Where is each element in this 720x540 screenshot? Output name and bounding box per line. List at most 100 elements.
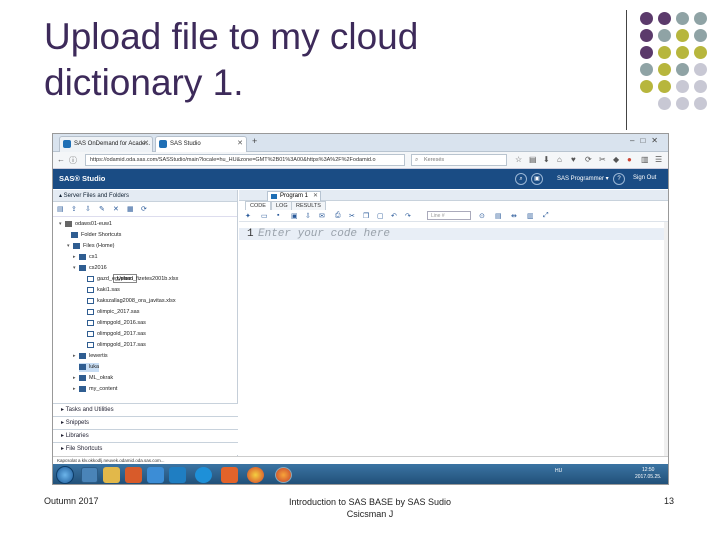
tree-node-luka[interactable]: luka: [79, 363, 100, 372]
tree-node-cs2016[interactable]: ▾ cs2016: [73, 264, 107, 273]
refresh-icon[interactable]: ⟳: [141, 205, 147, 213]
download-icon[interactable]: ⇩: [85, 205, 91, 213]
section-snippets[interactable]: ▸ Snippets: [53, 416, 238, 429]
tree-file[interactable]: olimpgold_2016.sas: [87, 319, 146, 328]
close-window-icon[interactable]: ✕: [651, 136, 664, 145]
new-tab-icon[interactable]: +: [252, 136, 257, 146]
reading-list-icon[interactable]: ▤: [529, 155, 537, 164]
save-as-icon[interactable]: ▣: [291, 212, 298, 220]
line-number-field[interactable]: Line #: [427, 211, 471, 220]
footer-course: Introduction to SAS BASE by SAS Sudio Cs…: [270, 496, 470, 520]
word-icon[interactable]: [147, 467, 164, 483]
expand-icon[interactable]: ⤢: [543, 212, 549, 220]
redo-icon[interactable]: ↷: [405, 212, 411, 220]
split-view-icon[interactable]: ⇹: [511, 212, 517, 220]
print-icon[interactable]: ⎙: [335, 212, 341, 220]
code-editor[interactable]: 1 Enter your code here: [239, 222, 668, 456]
close-tab-icon[interactable]: ✕: [313, 192, 318, 201]
extension-icon[interactable]: ◆: [613, 155, 619, 164]
browser-tab-sas-studio[interactable]: SAS Studio ✕: [155, 136, 247, 152]
media-player-icon[interactable]: [125, 467, 142, 483]
tab-code[interactable]: CODE: [245, 201, 271, 210]
close-tab-icon[interactable]: ✕: [143, 137, 149, 151]
internet-explorer-icon[interactable]: [195, 467, 212, 483]
sync-icon[interactable]: ⟳: [585, 155, 592, 164]
footer-course-line1: Introduction to SAS BASE by SAS Sudio: [288, 497, 452, 507]
search-icon[interactable]: ⌕: [515, 173, 527, 185]
chrome-icon[interactable]: [247, 467, 264, 483]
edit-icon[interactable]: ✎: [99, 205, 105, 213]
taskbar-clock[interactable]: 12:50 2017.05.25.: [635, 467, 661, 481]
browser-search-field[interactable]: ⌕ Keresés: [411, 154, 507, 166]
minimize-icon[interactable]: –: [630, 136, 640, 145]
app-taskbar-icon[interactable]: [81, 467, 98, 483]
tree-file[interactable]: gazd_egyetem_fizetes2001b.xlsx: [87, 275, 178, 284]
language-indicator[interactable]: HU: [555, 468, 562, 474]
star-icon[interactable]: ☆: [515, 155, 522, 164]
tree-file[interactable]: olimpic_2017.sas: [87, 308, 140, 317]
tree-node-my-content[interactable]: ▸ my_content: [73, 385, 117, 394]
folder-upload-icon[interactable]: ▣: [531, 173, 543, 185]
server-files-header[interactable]: ▴ Server Files and Folders: [53, 190, 237, 202]
tree-node-ml-okrak[interactable]: ▸ ML_okrak: [73, 374, 113, 383]
screenshot-icon[interactable]: ✂: [599, 155, 606, 164]
editor-scrollbar[interactable]: [664, 222, 668, 456]
firefox-icon[interactable]: ●: [627, 155, 632, 164]
menu-icon[interactable]: ☰: [655, 155, 662, 164]
new-icon[interactable]: ▤: [57, 205, 64, 213]
download-icon[interactable]: ⇩: [305, 212, 311, 220]
tab-program-1[interactable]: Program 1 ✕: [267, 191, 322, 201]
start-button[interactable]: [56, 466, 74, 484]
browser-tab-ondemand[interactable]: SAS OnDemand for Acade... ✕: [59, 136, 153, 152]
columns-icon[interactable]: ▥: [527, 212, 534, 220]
home-icon[interactable]: ⌂: [557, 155, 562, 164]
help-icon[interactable]: ?: [613, 173, 625, 185]
section-tasks-utilities[interactable]: ▸ Tasks and Utilities: [53, 403, 238, 416]
back-arrow-icon[interactable]: ←: [57, 155, 65, 164]
tab-results[interactable]: RESULTS: [291, 201, 326, 210]
firefox-icon[interactable]: [275, 467, 292, 483]
tree-node-files-home[interactable]: ▾ Files (Home): [67, 242, 114, 251]
paste-icon[interactable]: ▢: [377, 212, 384, 220]
copy-icon[interactable]: ❐: [363, 212, 369, 220]
deco-dot: [640, 80, 653, 93]
tree-node-cs1[interactable]: ▸ cs1: [73, 253, 98, 262]
sas-favicon-icon: [159, 140, 167, 148]
email-icon[interactable]: ✉: [319, 212, 325, 220]
format-code-icon[interactable]: ▤: [495, 212, 502, 220]
section-libraries[interactable]: ▸ Libraries: [53, 429, 238, 442]
upload-icon[interactable]: ⇪: [71, 205, 77, 213]
open-icon[interactable]: ▭: [261, 212, 268, 220]
info-icon[interactable]: ⓘ: [69, 155, 77, 166]
tree-file[interactable]: olimpgold_2017.sas: [87, 330, 146, 339]
paint-icon[interactable]: [221, 467, 238, 483]
explorer-icon[interactable]: [103, 467, 120, 483]
cut-icon[interactable]: ✂: [349, 212, 355, 220]
perspective-select[interactable]: SAS Programmer ▾: [557, 175, 609, 182]
section-file-shortcuts[interactable]: ▸ File Shortcuts: [53, 442, 238, 455]
code-placeholder[interactable]: Enter your code here: [258, 228, 390, 240]
tree-file[interactable]: kakszallag2008_ora_javitas.xlsx: [87, 297, 176, 306]
tree-node-folder-shortcuts[interactable]: Folder Shortcuts: [71, 231, 121, 240]
delete-icon[interactable]: ✕: [113, 205, 119, 213]
url-field[interactable]: https://odamid.oda.sas.com/SASStudio/mai…: [85, 154, 405, 166]
outlook-icon[interactable]: [169, 467, 186, 483]
downloads-icon[interactable]: ⬇: [543, 155, 550, 164]
sidebar-icon[interactable]: ▥: [641, 155, 649, 164]
tree-file[interactable]: kaki1.sas: [87, 286, 120, 295]
tree-file[interactable]: olimpgold_2017.sas: [87, 341, 146, 350]
line-number: 1: [247, 228, 254, 240]
undo-icon[interactable]: ↶: [391, 212, 397, 220]
maximize-icon[interactable]: □: [640, 136, 651, 145]
run-icon[interactable]: ✦: [245, 212, 251, 220]
sign-out-link[interactable]: Sign Out: [633, 175, 656, 181]
close-tab-icon[interactable]: ✕: [237, 137, 243, 151]
pocket-icon[interactable]: ♥: [571, 155, 576, 164]
tab-log[interactable]: LOG: [271, 201, 293, 210]
program-pane: Program 1 ✕ CODE LOG RESULTS ✦ ▭ ▪ ▣ ⇩ ✉…: [239, 190, 668, 456]
go-to-line-icon[interactable]: ⊙: [479, 212, 485, 220]
tree-node-root[interactable]: ▾ odaws01-euw1: [59, 220, 112, 229]
properties-icon[interactable]: ▦: [127, 205, 134, 213]
save-icon[interactable]: ▪: [277, 212, 279, 219]
tree-node-lewertis[interactable]: ▸ lewertis: [73, 352, 108, 361]
